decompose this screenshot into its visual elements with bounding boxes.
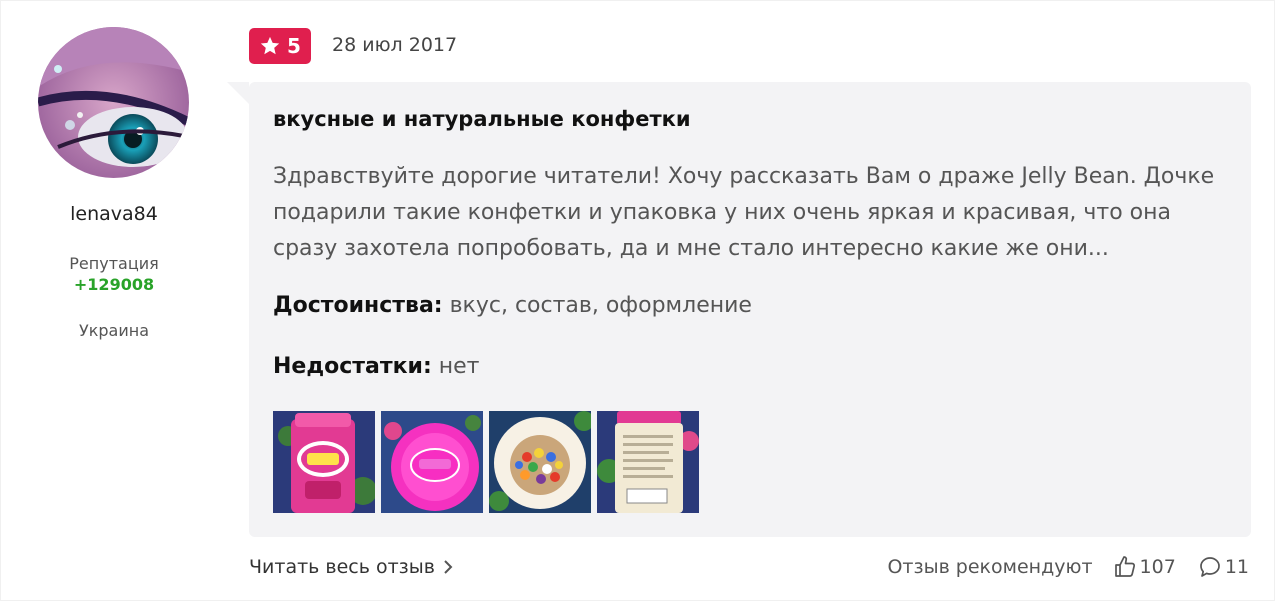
pros-label: Достоинства:	[273, 293, 443, 318]
photo-jar-back[interactable]	[597, 411, 699, 513]
photo-jar-lid[interactable]	[381, 411, 483, 513]
photo-jar-open[interactable]	[489, 411, 591, 513]
review-title[interactable]: вкусные и натуральные конфетки	[273, 107, 691, 131]
comments-button[interactable]: 11	[1198, 555, 1249, 579]
likes-count: 107	[1139, 556, 1176, 578]
review-card: lenava84 Репутация +129008 Украина 5 28 …	[0, 0, 1275, 601]
rating-badge: 5	[249, 28, 311, 64]
cons-value: нет	[438, 354, 480, 379]
avatar-image	[38, 27, 189, 178]
review-date: 28 июл 2017	[332, 34, 458, 56]
reputation-value: +129008	[73, 275, 155, 294]
reputation-label: Репутация	[69, 254, 159, 273]
review-stats: Отзыв рекомендуют 107 11	[887, 555, 1249, 579]
cons-label: Недостатки:	[273, 354, 432, 379]
cons: Недостатки: нет	[273, 354, 479, 379]
recommend-label: Отзыв рекомендуют	[887, 556, 1093, 578]
rating-value: 5	[287, 34, 301, 58]
review-text[interactable]: Здравствуйте дорогие читатели! Хочу расс…	[273, 159, 1233, 267]
comment-icon	[1199, 557, 1220, 577]
read-more-label: Читать весь отзыв	[249, 556, 435, 578]
like-button[interactable]: 107	[1113, 555, 1176, 579]
star-icon	[260, 36, 280, 55]
photo-jar-front[interactable]	[273, 411, 375, 513]
author-username[interactable]: lenava84	[1, 203, 227, 225]
photo-gallery	[273, 411, 699, 513]
pros: Достоинства: вкус, состав, оформление	[273, 293, 752, 318]
avatar[interactable]	[38, 27, 189, 178]
comments-count: 11	[1224, 556, 1249, 578]
read-full-review-link[interactable]: Читать весь отзыв	[249, 556, 453, 578]
thumbs-up-icon	[1114, 556, 1135, 577]
author-country: Украина	[78, 321, 150, 340]
bubble-tail	[227, 82, 249, 104]
pros-value: вкус, состав, оформление	[449, 293, 752, 318]
chevron-right-icon	[444, 560, 453, 574]
